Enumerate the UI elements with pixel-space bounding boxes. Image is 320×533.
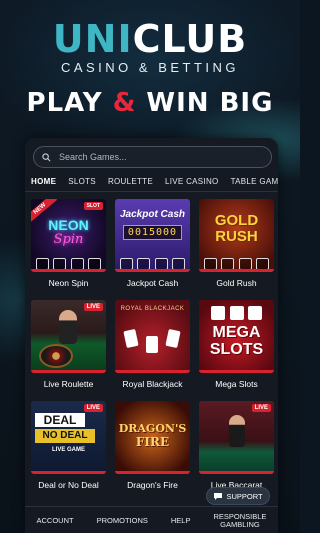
game-title: Mega Slots xyxy=(215,379,258,389)
tagline-amp: & xyxy=(112,88,137,118)
game-thumb: DRAGON'S FIRE xyxy=(115,401,190,474)
game-card-jackpot-cash[interactable]: Jackpot Cash 0015000 Jackpot Cash xyxy=(115,199,190,288)
card-accent-bar xyxy=(199,370,274,373)
dealer-figure xyxy=(229,415,245,447)
game-title: Live Roulette xyxy=(43,379,94,389)
art-subtitle: RUSH xyxy=(215,228,258,245)
support-label: SUPPORT xyxy=(226,491,263,501)
brand-logo: UNICLUB CASINO & BETTING xyxy=(0,20,300,75)
tab-slots[interactable]: SLOTS xyxy=(62,172,102,191)
game-thumb: LIVE xyxy=(199,401,274,474)
game-thumb: LIVE DEAL NO DEAL LIVE GAME xyxy=(31,401,106,474)
art-caption: LIVE GAME xyxy=(51,447,85,453)
card-accent-bar xyxy=(115,370,190,373)
tagline-part-2: WIN BIG xyxy=(136,88,274,118)
art-subtitle: NO DEAL xyxy=(35,429,95,443)
art-title: ROYAL BLACKJACK xyxy=(120,306,185,312)
bottom-nav: ACCOUNT PROMOTIONS HELP RESPONSIBLE GAMBL… xyxy=(25,506,278,533)
art-title: DRAGON'S xyxy=(118,422,187,435)
tagline: PLAY & WIN BIG xyxy=(0,88,300,118)
live-badge: LIVE xyxy=(83,303,103,311)
app-screen: HOMESLOTSROULETTELIVE CASINOTABLE GAMES … xyxy=(25,138,278,533)
game-title: Neon Spin xyxy=(48,278,89,288)
nav-promotions[interactable]: PROMOTIONS xyxy=(97,516,148,525)
card-accent-bar xyxy=(31,370,106,373)
brand-part-club: CLUB xyxy=(132,17,248,61)
card-accent-bar xyxy=(115,471,190,474)
reel-icons xyxy=(211,306,262,320)
tagline-part-1: PLAY xyxy=(26,88,113,118)
category-tabs: HOMESLOTSROULETTELIVE CASINOTABLE GAMES xyxy=(25,171,278,192)
game-card-live-roulette[interactable]: LIVE Live Roulette xyxy=(31,300,106,389)
brand-wordmark: UNICLUB xyxy=(0,20,300,58)
game-card-mega-slots[interactable]: MEGA SLOTS Mega Slots xyxy=(199,300,274,389)
game-card-neon-spin[interactable]: NEW SLOT NEON Spin Neon Spin xyxy=(31,199,106,288)
search-bar[interactable] xyxy=(33,146,272,168)
live-badge: LIVE xyxy=(251,404,271,412)
tab-roulette[interactable]: ROULETTE xyxy=(102,172,159,191)
game-thumb: Jackpot Cash 0015000 xyxy=(115,199,190,272)
nav-responsible-line-2: GAMBLING xyxy=(220,519,260,529)
game-card-dragons-fire[interactable]: DRAGON'S FIRE Dragon's Fire xyxy=(115,401,190,490)
search-icon xyxy=(42,152,51,161)
game-thumb: LIVE xyxy=(31,300,106,373)
game-title: Deal or No Deal xyxy=(38,480,99,490)
game-title: Dragon's Fire xyxy=(127,480,178,490)
thumb-icons xyxy=(204,258,269,270)
card-accent-bar xyxy=(31,471,106,474)
nav-account[interactable]: ACCOUNT xyxy=(37,516,74,525)
art-title: NEON xyxy=(48,217,89,233)
art-subtitle: Spin xyxy=(53,232,84,247)
roulette-wheel xyxy=(39,344,73,368)
art-title: DEAL xyxy=(35,413,85,427)
game-card-live-baccarat[interactable]: LIVE Live Baccarat xyxy=(199,401,274,490)
card-icon xyxy=(165,328,181,349)
tab-table-games[interactable]: TABLE GAMES xyxy=(225,172,278,191)
card-accent-bar xyxy=(31,269,106,272)
card-icon xyxy=(146,336,158,353)
nav-help[interactable]: HELP xyxy=(171,516,191,525)
reel-icon xyxy=(211,306,225,320)
art-subtitle: SLOTS xyxy=(209,341,264,358)
slot-badge: SLOT xyxy=(83,202,103,210)
game-thumb: GOLD RUSH xyxy=(199,199,274,272)
game-card-royal-blackjack[interactable]: ROYAL BLACKJACK Royal Blackjack xyxy=(115,300,190,389)
brand-part-uni: UNI xyxy=(52,17,133,61)
art-subtitle: FIRE xyxy=(135,435,170,449)
game-title: Jackpot Cash xyxy=(126,278,179,288)
search-input[interactable] xyxy=(57,151,261,163)
reel-icon xyxy=(248,306,262,320)
nav-responsible-gambling[interactable]: RESPONSIBLE GAMBLING xyxy=(214,512,267,529)
support-button[interactable]: SUPPORT xyxy=(206,487,270,505)
art-title: Jackpot Cash xyxy=(119,209,186,220)
thumb-icons xyxy=(120,258,185,270)
brand-subtitle: CASINO & BETTING xyxy=(60,60,240,75)
card-accent-bar xyxy=(199,269,274,272)
game-card-deal-or-no-deal[interactable]: LIVE DEAL NO DEAL LIVE GAME Deal or No D… xyxy=(31,401,106,490)
game-title: Royal Blackjack xyxy=(122,379,183,389)
card-icon xyxy=(123,328,139,349)
game-thumb: MEGA SLOTS xyxy=(199,300,274,373)
card-accent-bar xyxy=(115,269,190,272)
tab-home[interactable]: HOME xyxy=(25,172,62,191)
card-accent-bar xyxy=(199,471,274,474)
game-thumb: ROYAL BLACKJACK xyxy=(115,300,190,373)
thumb-icons xyxy=(36,258,101,270)
tab-live-casino[interactable]: LIVE CASINO xyxy=(159,172,225,191)
chat-icon xyxy=(214,492,223,500)
live-badge: LIVE xyxy=(83,404,103,412)
dealer-figure xyxy=(59,310,77,344)
game-card-gold-rush[interactable]: GOLD RUSH Gold Rush xyxy=(199,199,274,288)
art-title: GOLD xyxy=(214,212,259,229)
game-title: Gold Rush xyxy=(216,278,257,288)
jackpot-counter: 0015000 xyxy=(123,225,182,240)
art-title: MEGA xyxy=(212,324,261,341)
reel-icon xyxy=(229,306,244,320)
game-thumb: NEW SLOT NEON Spin xyxy=(31,199,106,272)
